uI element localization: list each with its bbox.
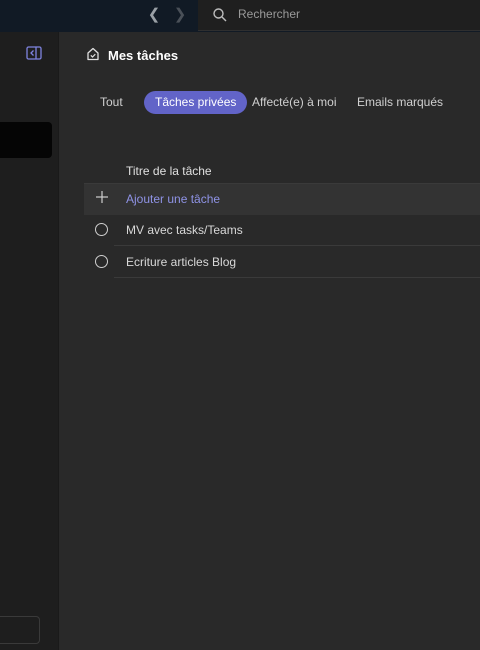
search-icon [213, 8, 227, 22]
add-task-row[interactable]: Ajouter une tâche [84, 183, 480, 215]
tab-assigned-to-me[interactable]: Affecté(e) à moi [241, 91, 347, 114]
collapse-panel-icon[interactable] [26, 46, 42, 60]
forward-arrow-icon[interactable]: ❯ [172, 5, 188, 25]
plus-icon [96, 191, 108, 203]
task-title: Ecriture articles Blog [126, 255, 237, 269]
tab-private-tasks[interactable]: Tâches privées [144, 91, 248, 114]
home-check-icon [87, 47, 99, 61]
add-task-label: Ajouter une tâche [126, 192, 221, 206]
left-panel [0, 32, 59, 650]
table-row[interactable]: Ecriture articles Blog [84, 247, 480, 278]
complete-checkbox-icon[interactable] [95, 255, 108, 268]
task-title: MV avec tasks/Teams [126, 223, 243, 237]
title-bar: ❮ ❯ Rechercher [0, 0, 480, 32]
search-placeholder: Rechercher [238, 7, 301, 21]
table-row[interactable]: MV avec tasks/Teams [84, 215, 480, 246]
selected-list-item[interactable] [0, 122, 52, 158]
bottom-button[interactable] [0, 616, 40, 644]
row-divider [114, 245, 480, 246]
back-arrow-icon[interactable]: ❮ [146, 5, 162, 25]
complete-checkbox-icon[interactable] [95, 223, 108, 236]
search-input[interactable]: Rechercher [198, 0, 480, 31]
tab-all[interactable]: Tout [89, 91, 134, 114]
column-header-title[interactable]: Titre de la tâche [126, 164, 212, 178]
page-title: Mes tâches [108, 48, 179, 63]
row-divider [114, 277, 480, 278]
tab-flagged-emails[interactable]: Emails marqués [346, 91, 454, 114]
